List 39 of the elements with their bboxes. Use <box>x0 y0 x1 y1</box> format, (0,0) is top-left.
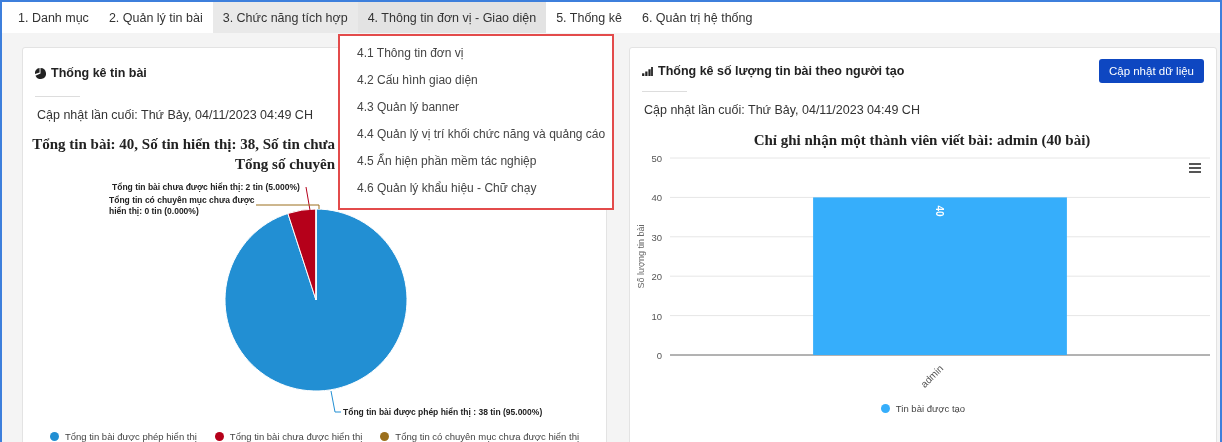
axis-tick-label: 50 <box>651 153 662 164</box>
axis-title: Số lượng tin bài <box>636 224 646 289</box>
nav-tab[interactable]: 6. Quản trị hệ thống <box>631 2 763 33</box>
legend-item[interactable]: Tổng tin bài chưa được hiển thị <box>214 431 363 442</box>
nav-tab[interactable]: 3. Chức năng tích hợp <box>212 2 358 33</box>
card-title: Thống kê tin bài <box>51 66 147 80</box>
menu-item[interactable]: 4.5 Ẩn hiện phần mềm tác nghiệp <box>340 148 612 175</box>
menu-icon[interactable] <box>1189 163 1201 173</box>
data-label: 40 <box>934 205 945 217</box>
axis-tick-label: 10 <box>651 310 662 322</box>
last-updated-text: Cập nhật lần cuối: Thứ Bảy, 04/11/2023 04:49 CH <box>644 103 920 117</box>
menu-item[interactable]: 4.2 Cấu hình giao diện <box>340 67 612 94</box>
axis-tick-label: 30 <box>651 231 662 243</box>
chart-title: Tổng tin bài: 40, Số tin hiển thị: 38, Số tin chưa <box>31 135 335 154</box>
card-title: Thống kê số lượng tin bài theo người tạo <box>658 64 905 78</box>
update-data-button[interactable]: Cập nhật dữ liệu <box>1098 59 1204 83</box>
legend-item[interactable]: Tin bài được tạo <box>880 403 966 414</box>
menu-item[interactable]: 4.4 Quản lý vị trí khối chức năng và quảng cáo <box>340 121 612 148</box>
slice-label: Tổng tin bài được phép hiển thị : 38 tin (95.000%) <box>343 407 543 418</box>
axis-tick-label: 0 <box>656 350 662 361</box>
legend-item[interactable]: Tổng tin có chuyên mục chưa được hiển thị <box>380 431 580 442</box>
nav-tab[interactable]: 4. Thông tin đơn vị - Giao diện <box>357 2 547 33</box>
nav-tab[interactable]: 1. Danh mục <box>8 2 99 33</box>
slice-label: Tổng tin có chuyên mục chưa được hiển thị: 0 tin (0.000%) <box>109 195 256 217</box>
axis-tick-label: 40 <box>651 192 662 204</box>
chart-title: Tổng số chuyên <box>233 155 335 174</box>
leader-line <box>330 390 342 413</box>
nav-tab[interactable]: 5. Thống kê <box>546 2 632 33</box>
menu-item[interactable]: 4.3 Quản lý banner <box>340 94 612 121</box>
chart-title: Chỉ ghi nhận một thành viên viết bài: admin (40 bài) <box>753 132 1091 148</box>
axis-tick-label: 20 <box>651 271 662 283</box>
last-updated-text: Cập nhật lần cuối: Thứ Bảy, 04/11/2023 04:49 CH <box>37 108 313 122</box>
legend-item[interactable]: Tổng tin bài được phép hiển thị <box>49 431 197 442</box>
bar-chart-icon <box>642 66 653 76</box>
pie-chart-icon <box>35 67 46 79</box>
nav-tab[interactable]: 2. Quản lý tin bài <box>98 2 213 33</box>
slice-label: Tổng tin bài chưa được hiển thị: 2 tin (5.000%) <box>112 182 300 193</box>
menu-item[interactable]: 4.1 Thông tin đơn vị <box>340 40 612 67</box>
menu-item[interactable]: 4.6 Quản lý khẩu hiệu - Chữ chạy <box>340 175 612 202</box>
